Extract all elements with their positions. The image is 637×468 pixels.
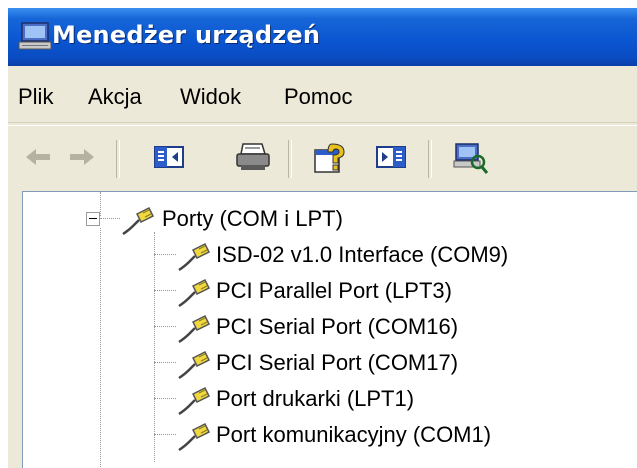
show-hide-console-tree-icon[interactable] (152, 140, 186, 174)
device-manager-icon (18, 22, 52, 50)
port-connector-icon (122, 206, 155, 236)
tree-item-device[interactable]: PCI Serial Port (COM17) (23, 346, 637, 382)
tree-item-device[interactable]: Port komunikacyjny (COM1) (23, 418, 637, 454)
menu-plik[interactable]: Plik (18, 84, 53, 110)
title-bar[interactable]: Menedżer urządzeń (8, 8, 637, 66)
window-title: Menedżer urządzeń (52, 21, 321, 49)
collapse-toggle-icon[interactable] (86, 212, 100, 226)
show-hide-action-pane-icon[interactable] (374, 140, 408, 174)
device-tree: Porty (COM i LPT) ISD-02 v1.0 Interface … (22, 191, 637, 468)
port-connector-icon (178, 350, 211, 380)
tree-item-device[interactable]: Port drukarki (LPT1) (23, 382, 637, 418)
menu-widok[interactable]: Widok (180, 84, 241, 110)
help-icon[interactable] (312, 140, 348, 176)
tree-connector-line (154, 290, 176, 291)
print-icon[interactable] (234, 140, 272, 174)
tree-item-label: PCI Parallel Port (LPT3) (216, 278, 452, 303)
toolbar-separator (428, 140, 432, 178)
tree-connector-line (154, 398, 176, 399)
menu-akcja[interactable]: Akcja (88, 84, 142, 110)
tree-connector-line (154, 254, 176, 255)
menu-pomoc[interactable]: Pomoc (284, 84, 352, 110)
menu-bar: Plik Akcja Widok Pomoc (8, 74, 637, 123)
port-connector-icon (178, 242, 211, 272)
port-connector-icon (178, 422, 211, 452)
tree-connector-line (154, 362, 176, 363)
port-connector-icon (178, 314, 211, 344)
tree-connector-line (154, 434, 176, 435)
device-manager-window: Menedżer urządzeń Plik Akcja Widok Pomoc (8, 8, 637, 468)
tree-item-label: PCI Serial Port (COM17) (216, 350, 459, 375)
tree-item-label: ISD-02 v1.0 Interface (COM9) (216, 242, 509, 267)
tree-item-label: Port komunikacyjny (COM1) (216, 422, 492, 447)
scan-hardware-icon[interactable] (452, 140, 490, 176)
tree-item-device[interactable]: PCI Parallel Port (LPT3) (23, 274, 637, 310)
toolbar-separator (116, 140, 120, 178)
tree-category-label: Porty (COM i LPT) (162, 206, 343, 231)
tree-category-ports[interactable]: Porty (COM i LPT) (23, 202, 637, 238)
forward-arrow-icon[interactable] (66, 140, 98, 174)
back-arrow-icon[interactable] (22, 140, 54, 174)
tree-connector-line (100, 218, 120, 219)
port-connector-icon (178, 386, 211, 416)
tree-item-label: PCI Serial Port (COM16) (216, 314, 459, 339)
toolbar (8, 125, 637, 190)
tree-connector-line (154, 326, 176, 327)
toolbar-separator (288, 140, 292, 178)
port-connector-icon (178, 278, 211, 308)
tree-item-device[interactable]: PCI Serial Port (COM16) (23, 310, 637, 346)
tree-item-label: Port drukarki (LPT1) (216, 386, 415, 411)
tree-item-device[interactable]: ISD-02 v1.0 Interface (COM9) (23, 238, 637, 274)
